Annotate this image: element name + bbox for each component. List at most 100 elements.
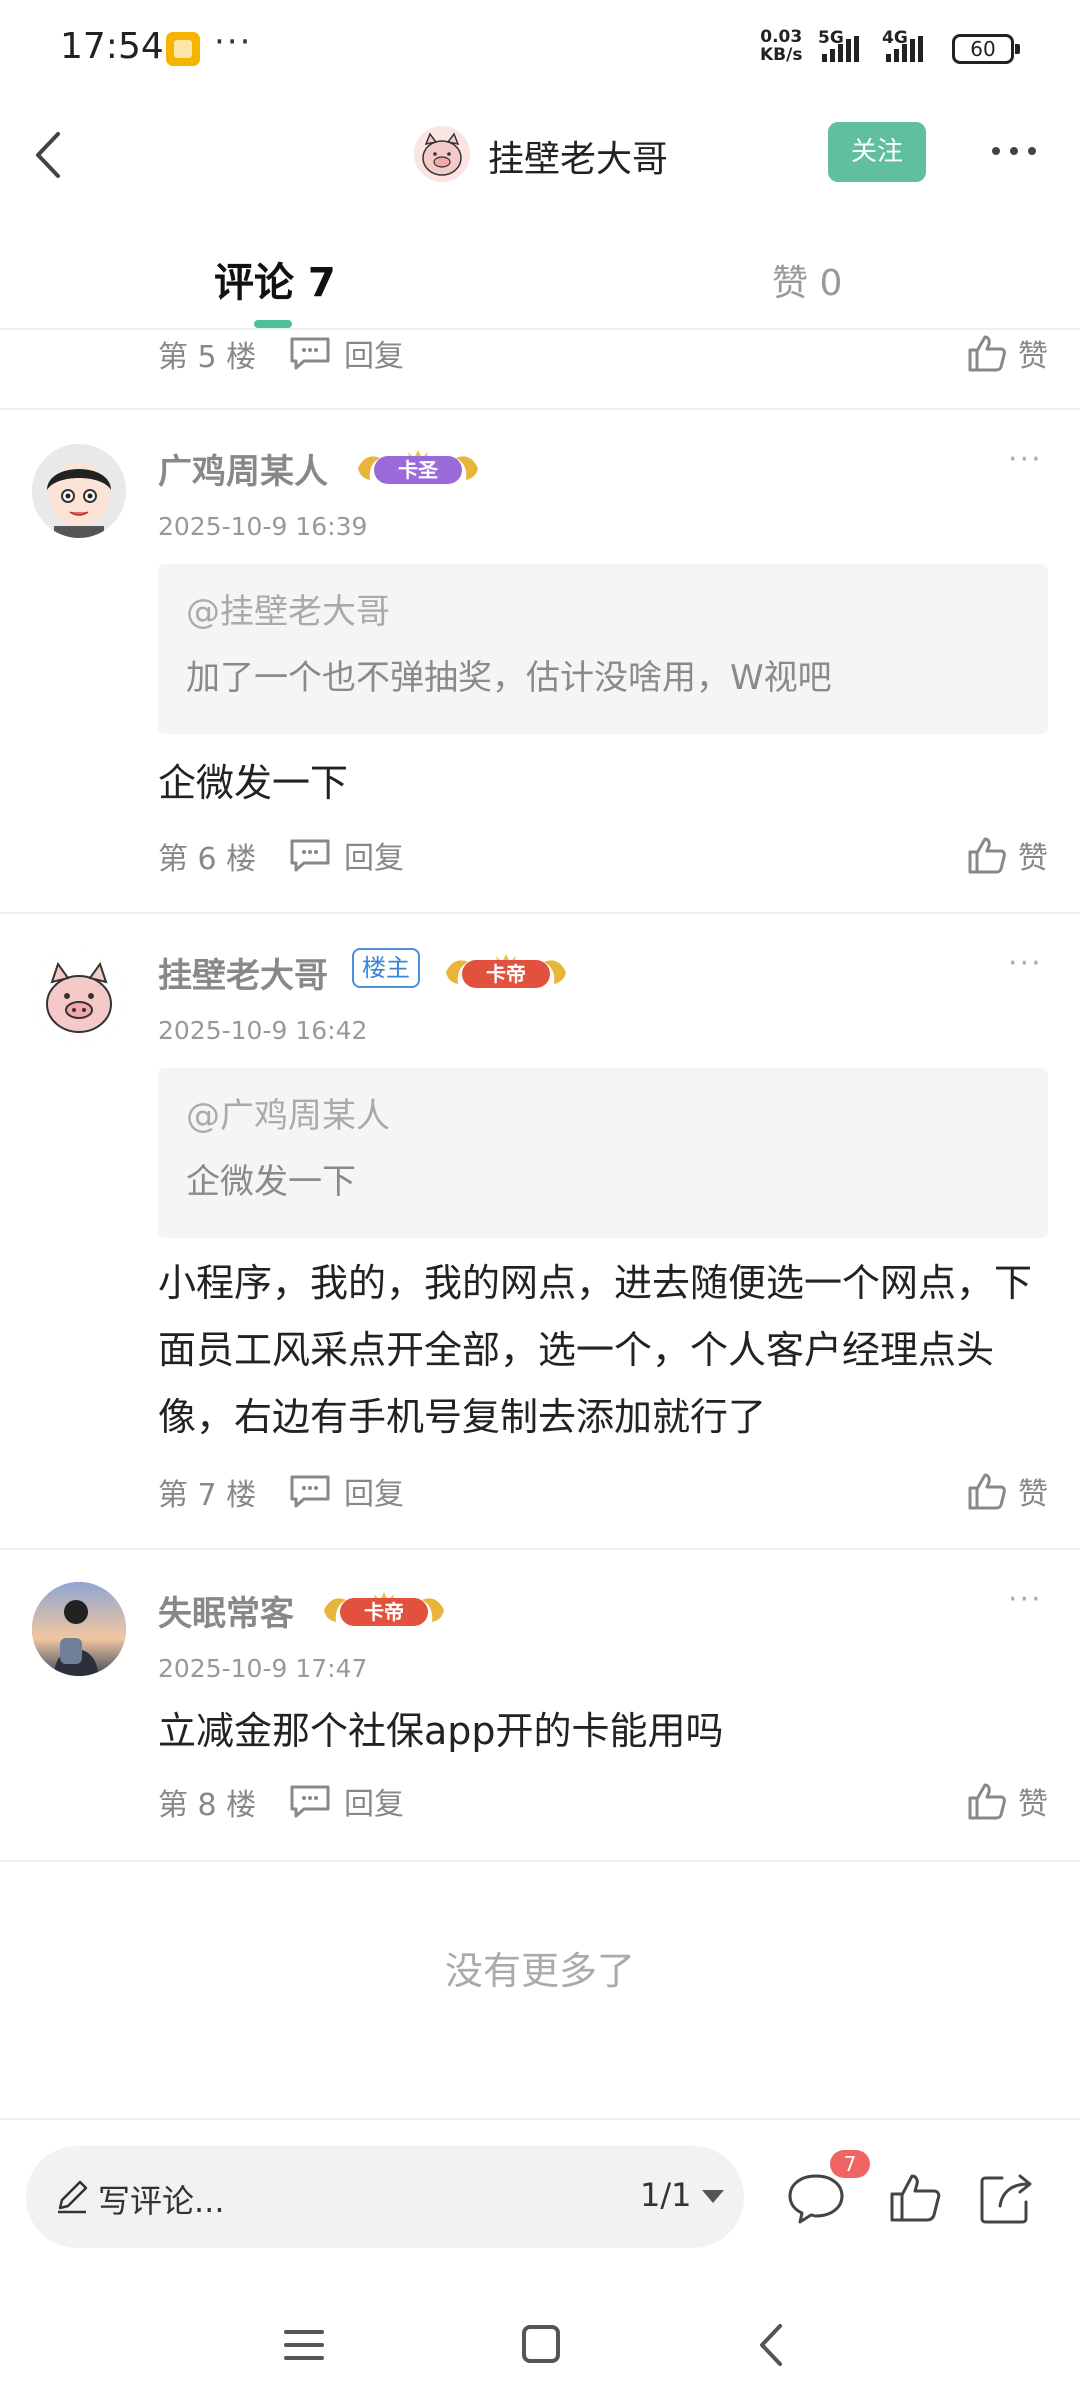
cartoon-boy-avatar-icon	[32, 444, 126, 538]
like-label: 赞	[1018, 1477, 1048, 1512]
reply-label: 回复	[344, 1477, 404, 1512]
comment-text: 小程序，我的，我的网点，进去随便选一个网点，下面员工风采点开全部，选一个，个人客…	[158, 1261, 1033, 1439]
quoted-user: @挂壁老大哥	[186, 592, 390, 632]
like-button[interactable]: 赞	[966, 328, 1048, 378]
share-icon	[980, 2174, 1032, 2224]
status-time: 17:54	[60, 26, 164, 67]
like-button[interactable]: 赞	[966, 1776, 1048, 1826]
no-more-text: 没有更多了	[444, 1949, 635, 1993]
network-speed: 0.03 KB/s	[760, 28, 802, 64]
like-label: 赞	[1018, 339, 1048, 374]
write-comment-input[interactable]: 写评论... 1/1	[26, 2146, 744, 2248]
tab-active-indicator	[254, 320, 292, 328]
network-speed-value: 0.03	[760, 27, 803, 47]
share-button[interactable]	[974, 2166, 1038, 2230]
level-badge: 卡帝	[318, 1588, 450, 1632]
chevron-left-icon	[36, 132, 60, 178]
username[interactable]: 挂壁老大哥	[158, 948, 328, 997]
level-badge-text: 卡帝	[340, 1598, 428, 1626]
more-options-button[interactable]	[984, 126, 1044, 176]
thumbs-up-icon	[968, 335, 1006, 372]
person-photo-avatar-icon	[32, 1582, 126, 1676]
reply-label: 回复	[344, 1787, 404, 1822]
comment-footer: 第 6 楼 回复 赞	[158, 830, 1048, 880]
signal-4g-icon	[886, 36, 923, 62]
write-comment-placeholder: 写评论...	[98, 2182, 225, 2220]
follow-button[interactable]: 关注	[828, 122, 926, 182]
like-label: 赞	[1018, 1787, 1048, 1822]
comment-footer-floor-5: 第 5 楼 回复 赞	[158, 328, 1048, 378]
reply-button[interactable]: 回复	[288, 1466, 404, 1516]
user-avatar[interactable]	[32, 444, 126, 538]
battery-icon: 60	[952, 34, 1020, 64]
user-avatar[interactable]	[32, 950, 126, 1044]
owner-tag: 楼主	[352, 948, 420, 988]
comment-text: 立减金那个社保app开的卡能用吗	[158, 1709, 724, 1753]
tab-likes[interactable]: 赞 0	[772, 254, 842, 306]
floor-label: 第 6 楼	[158, 842, 257, 877]
quoted-text: 加了一个也不弹抽奖，估计没啥用，W视吧	[186, 658, 832, 698]
thumbs-up-icon	[968, 1473, 1006, 1510]
username[interactable]: 失眠常客	[158, 1586, 294, 1635]
tab-bar: 评论 7 赞 0	[0, 210, 1080, 330]
level-badge: 卡圣	[352, 446, 484, 490]
like-label: 赞	[1018, 841, 1048, 876]
username[interactable]: 广鸡周某人	[158, 444, 328, 493]
reply-button[interactable]: 回复	[288, 328, 404, 378]
caret-down-icon[interactable]	[702, 2190, 724, 2203]
status-bar: 17:54 ··· 0.03 KB/s 5G 4G 60	[0, 0, 1080, 100]
reply-icon	[290, 337, 330, 370]
comment-more-button[interactable]: ···	[1008, 946, 1043, 981]
top-nav-bar: 挂壁老大哥 关注	[0, 100, 1080, 210]
comment-time: 2025-10-9 16:42	[158, 1016, 368, 1045]
user-avatar[interactable]	[32, 1582, 126, 1676]
header-title[interactable]: 挂壁老大哥	[488, 130, 668, 182]
comment-more-button[interactable]: ···	[1008, 442, 1043, 477]
thumbs-up-icon	[968, 837, 1006, 874]
floor-label: 第 8 楼	[158, 1788, 257, 1823]
back-button[interactable]	[20, 120, 90, 190]
reply-label: 回复	[344, 841, 404, 876]
comment-item: 失眠常客 卡帝 ··· 2025-10-9 17:47 立减金那个社保app开的…	[0, 1550, 1080, 1860]
level-badge-text: 卡帝	[462, 960, 550, 988]
pencil-icon	[58, 2180, 88, 2214]
quoted-user: @广鸡周某人	[186, 1096, 390, 1136]
like-button[interactable]: 赞	[966, 1466, 1048, 1516]
thumbs-up-icon	[890, 2174, 941, 2222]
thumbs-up-icon	[968, 1783, 1006, 1820]
tab-comments[interactable]: 评论 7	[214, 250, 336, 308]
reply-button[interactable]: 回复	[288, 1776, 404, 1826]
quoted-reply: @挂壁老大哥 加了一个也不弹抽奖，估计没啥用，W视吧	[158, 564, 1048, 734]
status-more: ···	[214, 22, 253, 62]
divider	[0, 2118, 1080, 2120]
comment-time: 2025-10-9 16:39	[158, 512, 368, 541]
comment-footer: 第 8 楼 回复 赞	[158, 1776, 1048, 1826]
comment-text: 企微发一下	[158, 761, 349, 805]
pig-avatar-icon	[32, 950, 126, 1044]
reply-icon	[290, 1475, 330, 1508]
like-button[interactable]: 赞	[966, 830, 1048, 880]
system-back-button[interactable]	[734, 2310, 814, 2380]
more-dots-icon	[992, 147, 1036, 155]
level-badge: 卡帝	[440, 950, 572, 994]
author-avatar[interactable]	[414, 126, 470, 182]
quoted-text: 企微发一下	[186, 1162, 356, 1202]
reply-icon	[290, 839, 330, 872]
comment-more-button[interactable]: ···	[1008, 1582, 1043, 1617]
menu-lines-icon	[284, 2330, 324, 2360]
quoted-reply: @广鸡周某人 企微发一下	[158, 1068, 1048, 1238]
comment-item: 广鸡周某人 卡圣 ··· 2025-10-9 16:39 @挂壁老大哥 加了一个…	[0, 410, 1080, 912]
comment-item: 挂壁老大哥 楼主 卡帝 ··· 2025-10-9 16:42 @广鸡周某人 企…	[0, 914, 1080, 1548]
comment-count-badge: 7	[830, 2150, 870, 2178]
reply-button[interactable]: 回复	[288, 830, 404, 880]
chevron-left-icon	[760, 2324, 782, 2366]
comment-time: 2025-10-9 17:47	[158, 1654, 368, 1683]
notification-app-icon	[166, 32, 200, 66]
system-nav-bar	[0, 2290, 1080, 2400]
square-home-icon	[522, 2325, 560, 2363]
home-button[interactable]	[500, 2310, 580, 2380]
like-post-button[interactable]	[884, 2166, 948, 2230]
pig-avatar-icon	[414, 126, 470, 182]
page-selector[interactable]: 1/1	[640, 2176, 692, 2214]
recent-apps-button[interactable]	[264, 2310, 344, 2380]
